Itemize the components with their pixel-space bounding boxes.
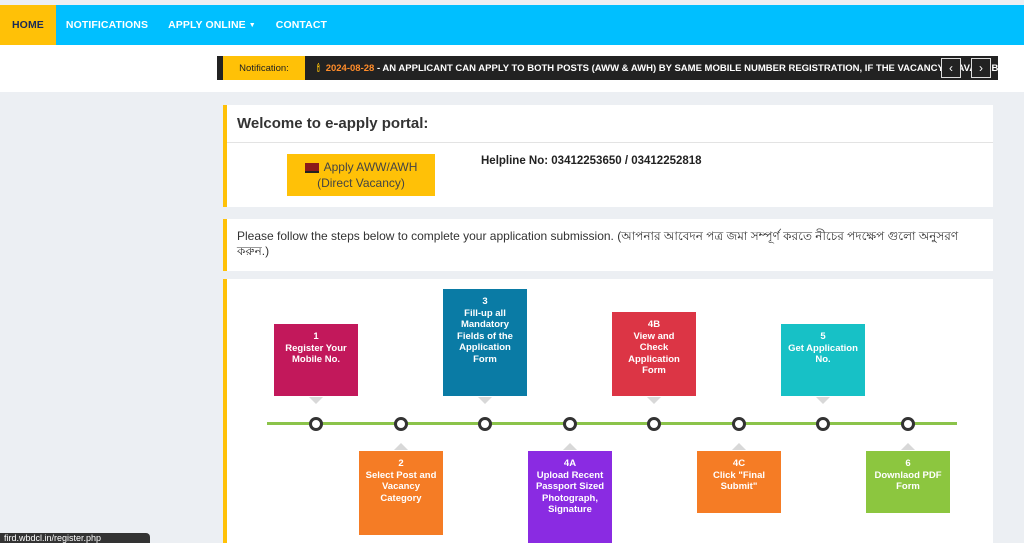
step-text: Select Post and Vacancy Category xyxy=(365,469,437,504)
step-number: 4B xyxy=(647,319,661,330)
instructions-panel: Please follow the steps below to complet… xyxy=(223,219,993,271)
top-navbar: HOME NOTIFICATIONS APPLY ONLINE ▼ CONTACT xyxy=(0,5,1024,45)
form-icon xyxy=(304,162,319,173)
step-pointer xyxy=(816,397,830,404)
step-text: Upload Recent Passport Sized Photograph,… xyxy=(535,469,605,516)
step-text: Click "Final Submit" xyxy=(712,469,766,493)
timeline-dot xyxy=(478,417,492,431)
timeline-dot xyxy=(309,417,323,431)
step-pointer xyxy=(647,397,661,404)
step-text: Get Application No. xyxy=(788,342,858,366)
timeline-dot xyxy=(563,417,577,431)
nav-home[interactable]: HOME xyxy=(0,5,56,45)
step-pointer xyxy=(309,397,323,404)
helpline-text: Helpline No: 03412253650 / 03412252818 xyxy=(481,155,702,167)
step-number: 4C xyxy=(732,458,746,469)
step-pointer xyxy=(563,443,577,450)
bell-icon: 🕯 xyxy=(317,62,320,74)
step-text: Register Your Mobile No. xyxy=(285,342,347,366)
apply-line1: Apply AWW/AWH xyxy=(323,160,418,174)
step-box-1: 1 Register Your Mobile No. xyxy=(274,324,358,396)
timeline-dot xyxy=(901,417,915,431)
nav-apply-online-label: APPLY ONLINE xyxy=(168,19,246,31)
timeline-dot xyxy=(816,417,830,431)
apply-aww-awh-button[interactable]: Apply AWW/AWH (Direct Vacancy) xyxy=(287,154,435,196)
step-number: 3 xyxy=(482,296,488,307)
step-box-3: 3 Fill-up all Mandatory Fields of the App… xyxy=(443,289,527,396)
timeline-line xyxy=(267,422,957,425)
chevron-left-icon: ‹ xyxy=(949,61,953,75)
ticker-date: 2024-08-28 xyxy=(325,62,375,74)
step-box-6: 6 Downlaod PDF Form xyxy=(866,451,950,513)
step-pointer xyxy=(394,443,408,450)
step-box-4a: 4A Upload Recent Passport Sized Photograp… xyxy=(528,451,612,543)
welcome-panel: Welcome to e-apply portal: Apply AWW/AWH… xyxy=(223,105,993,207)
nav-contact[interactable]: CONTACT xyxy=(266,5,337,45)
step-box-4b: 4B View and Check Application Form xyxy=(612,312,696,396)
step-pointer xyxy=(478,397,492,404)
step-text: Downlaod PDF Form xyxy=(874,469,942,493)
nav-home-label: HOME xyxy=(12,19,44,31)
apply-line2: (Direct Vacancy) xyxy=(317,176,405,190)
ticker-label: Notification: xyxy=(223,56,305,80)
step-number: 4A xyxy=(563,458,577,469)
ticker-message[interactable]: 🕯 2024-08-28 - AN APPLICANT CAN APPLY TO … xyxy=(317,63,998,74)
notification-ticker: Notification: 🕯 2024-08-28 - AN APPLICANT… xyxy=(217,56,998,80)
step-number: 6 xyxy=(905,458,911,469)
nav-notifications[interactable]: NOTIFICATIONS xyxy=(56,5,158,45)
steps-timeline-panel: 1 Register Your Mobile No. 2 Select Post an… xyxy=(223,279,993,543)
timeline-dot xyxy=(732,417,746,431)
step-box-4c: 4C Click "Final Submit" xyxy=(697,451,781,513)
step-pointer xyxy=(901,443,915,450)
ticker-prev-button[interactable]: ‹ xyxy=(941,58,961,78)
ticker-text: - AN APPLICANT CAN APPLY TO BOTH POSTS (… xyxy=(374,62,998,74)
nav-notifications-label: NOTIFICATIONS xyxy=(65,19,149,31)
nav-apply-online[interactable]: APPLY ONLINE ▼ xyxy=(158,5,266,45)
step-box-2: 2 Select Post and Vacancy Category xyxy=(359,451,443,535)
nav-contact-label: CONTACT xyxy=(275,19,328,31)
step-text: Fill-up all Mandatory Fields of the Appl… xyxy=(457,307,513,365)
instructions-text: Please follow the steps below to complet… xyxy=(237,229,959,258)
step-number: 5 xyxy=(820,331,826,342)
step-text: View and Check Application Form xyxy=(628,330,680,377)
step-pointer xyxy=(732,443,746,450)
step-box-5: 5 Get Application No. xyxy=(781,324,865,396)
step-number: 2 xyxy=(398,458,404,469)
timeline-dot xyxy=(394,417,408,431)
step-number: 1 xyxy=(313,331,319,342)
timeline-dot xyxy=(647,417,661,431)
status-url-tooltip: fird.wbdcl.in/register.php xyxy=(0,533,150,543)
chevron-down-icon: ▼ xyxy=(248,21,256,29)
chevron-right-icon: › xyxy=(979,61,983,75)
ticker-next-button[interactable]: › xyxy=(971,58,991,78)
welcome-title: Welcome to e-apply portal: xyxy=(227,105,993,143)
